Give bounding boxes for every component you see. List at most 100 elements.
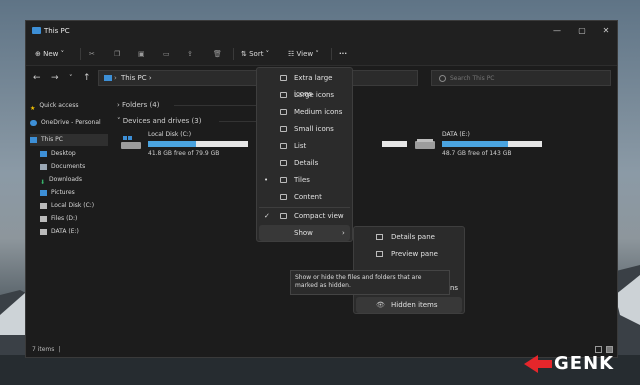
selected-dot-icon: • xyxy=(264,176,269,184)
cut-icon[interactable]: ✂ xyxy=(89,48,95,60)
menu-item-small-icons[interactable]: Small icons xyxy=(259,121,350,137)
drive-icon xyxy=(40,228,47,235)
checkmark-icon: ✓ xyxy=(264,212,270,220)
new-label: New xyxy=(43,50,59,58)
menu-item-compact-view[interactable]: ✓ Compact view xyxy=(259,208,350,224)
list-icon xyxy=(280,143,287,149)
compact-icon xyxy=(280,213,287,219)
close-button[interactable]: ✕ xyxy=(596,25,616,37)
back-arrow-icon[interactable]: ← xyxy=(33,72,41,84)
genk-arrow-logo xyxy=(524,355,552,373)
desktop-icon xyxy=(40,150,47,157)
drives-group-header[interactable]: ˅ Devices and drives (3) xyxy=(117,117,201,125)
divider xyxy=(80,48,81,60)
search-input[interactable] xyxy=(450,73,600,83)
maximize-button[interactable]: ▢ xyxy=(572,25,592,37)
view-label: View xyxy=(296,50,314,58)
item-count: 7 items | xyxy=(32,346,61,353)
genk-text-logo: GENK xyxy=(554,353,615,374)
divider xyxy=(331,48,332,60)
drive-usage-bar xyxy=(148,141,248,147)
menu-item-large-icons[interactable]: Large icons xyxy=(259,87,350,103)
sidebar-item-local-disk-c[interactable]: Local Disk (C:) xyxy=(40,200,108,212)
menu-item-details[interactable]: Details xyxy=(259,155,350,171)
command-bar: ⊕ New ˅ ✂ ❐ ▣ ▭ ⇪ 🗑 ⇅ Sort ˅ ☷ View ˅ ··… xyxy=(26,43,617,66)
menu-item-tiles[interactable]: • Tiles xyxy=(259,172,350,188)
menu-item-show[interactable]: Show › xyxy=(259,225,350,241)
sidebar-item-quick-access[interactable]: ★ Quick access xyxy=(30,100,108,112)
monitor-icon xyxy=(280,75,287,81)
details-icon xyxy=(280,160,287,166)
new-button[interactable]: ⊕ New ˅ xyxy=(35,48,64,60)
drive-icon xyxy=(40,202,47,209)
genk-watermark-logo: GENK xyxy=(524,353,634,375)
drive-usage-bar-partial xyxy=(382,141,407,147)
drive-tile-e[interactable]: DATA (E:) 48.7 GB free of 143 GB xyxy=(414,131,554,163)
drive-name: DATA (E:) xyxy=(442,131,470,138)
divider xyxy=(233,48,234,60)
drive-name: Local Disk (C:) xyxy=(148,131,192,138)
rename-icon[interactable]: ▭ xyxy=(163,48,170,60)
paste-icon[interactable]: ▣ xyxy=(138,48,145,60)
eye-icon: 👁 xyxy=(376,301,385,309)
folders-group-header[interactable]: › Folders (4) xyxy=(117,101,159,109)
plus-icon: ⊕ xyxy=(35,50,44,58)
sidebar-item-pictures[interactable]: Pictures xyxy=(40,187,108,199)
sidebar-item-downloads[interactable]: ⬇ Downloads xyxy=(40,174,108,186)
submenu-item-details-pane[interactable]: Details pane xyxy=(356,229,462,245)
view-icon: ☷ xyxy=(288,50,297,58)
search-icon xyxy=(439,75,446,82)
recent-chevron-icon[interactable]: ˅ xyxy=(69,72,73,84)
menu-item-medium-icons[interactable]: Medium icons xyxy=(259,104,350,120)
drive-usage-fill xyxy=(148,141,196,147)
divider xyxy=(219,121,259,122)
grid-icon xyxy=(280,126,287,132)
tiles-icon xyxy=(280,177,287,183)
sidebar-item-data-e[interactable]: DATA (E:) xyxy=(40,226,108,238)
share-icon[interactable]: ⇪ xyxy=(187,48,193,60)
star-icon: ★ xyxy=(30,104,36,112)
copy-icon[interactable]: ❐ xyxy=(114,48,120,60)
monitor-icon xyxy=(280,92,287,98)
tooltip: Show or hide the files and folders that … xyxy=(290,270,450,295)
search-box[interactable] xyxy=(431,70,611,86)
this-pc-icon xyxy=(104,75,112,81)
view-button[interactable]: ☷ View ˅ xyxy=(288,48,319,60)
windows-drive-icon xyxy=(121,136,141,149)
chevron-right-icon: › xyxy=(342,229,345,237)
this-pc-icon xyxy=(32,27,41,34)
pictures-icon xyxy=(40,189,47,196)
drive-usage-fill xyxy=(442,141,508,147)
tiles-view-icon[interactable] xyxy=(606,346,613,353)
sidebar-item-desktop[interactable]: Desktop xyxy=(40,148,108,160)
menu-item-list[interactable]: List xyxy=(259,138,350,154)
details-pane-icon xyxy=(376,234,383,240)
sort-button[interactable]: ⇅ Sort ˅ xyxy=(241,48,269,60)
breadcrumb-chevron-icon: › xyxy=(114,74,117,82)
forward-arrow-icon[interactable]: → xyxy=(51,72,59,84)
navigation-pane: ★ Quick access OneDrive - Personal This P… xyxy=(26,93,110,343)
menu-item-content[interactable]: Content xyxy=(259,189,350,205)
view-menu: Extra large icons Large icons Medium ico… xyxy=(256,67,353,242)
drive-tile-c[interactable]: Local Disk (C:) 41.8 GB free of 79.9 GB xyxy=(120,131,260,163)
drive-icon xyxy=(40,215,47,222)
sort-label: Sort xyxy=(249,50,264,58)
documents-icon xyxy=(40,163,47,170)
download-icon: ⬇ xyxy=(40,178,46,186)
sidebar-item-files-d[interactable]: Files (D:) xyxy=(40,213,108,225)
drive-usage-bar xyxy=(442,141,542,147)
window-title: This PC xyxy=(44,27,70,35)
up-arrow-icon[interactable]: ↑ xyxy=(83,72,91,84)
details-view-icon[interactable] xyxy=(595,346,602,353)
delete-icon[interactable]: 🗑 xyxy=(213,48,222,60)
sidebar-item-this-pc[interactable]: This PC xyxy=(30,134,108,146)
minimize-button[interactable]: — xyxy=(547,25,567,37)
drive-free-space: 48.7 GB free of 143 GB xyxy=(442,150,512,157)
more-options-button[interactable]: ··· xyxy=(339,48,347,60)
content-icon xyxy=(280,194,287,200)
sidebar-item-onedrive[interactable]: OneDrive - Personal xyxy=(30,117,108,129)
submenu-item-hidden-items[interactable]: 👁 Hidden items xyxy=(356,297,462,313)
menu-item-extra-large-icons[interactable]: Extra large icons xyxy=(259,70,350,98)
submenu-item-preview-pane[interactable]: Preview pane xyxy=(356,246,462,262)
sidebar-item-documents[interactable]: Documents xyxy=(40,161,108,173)
